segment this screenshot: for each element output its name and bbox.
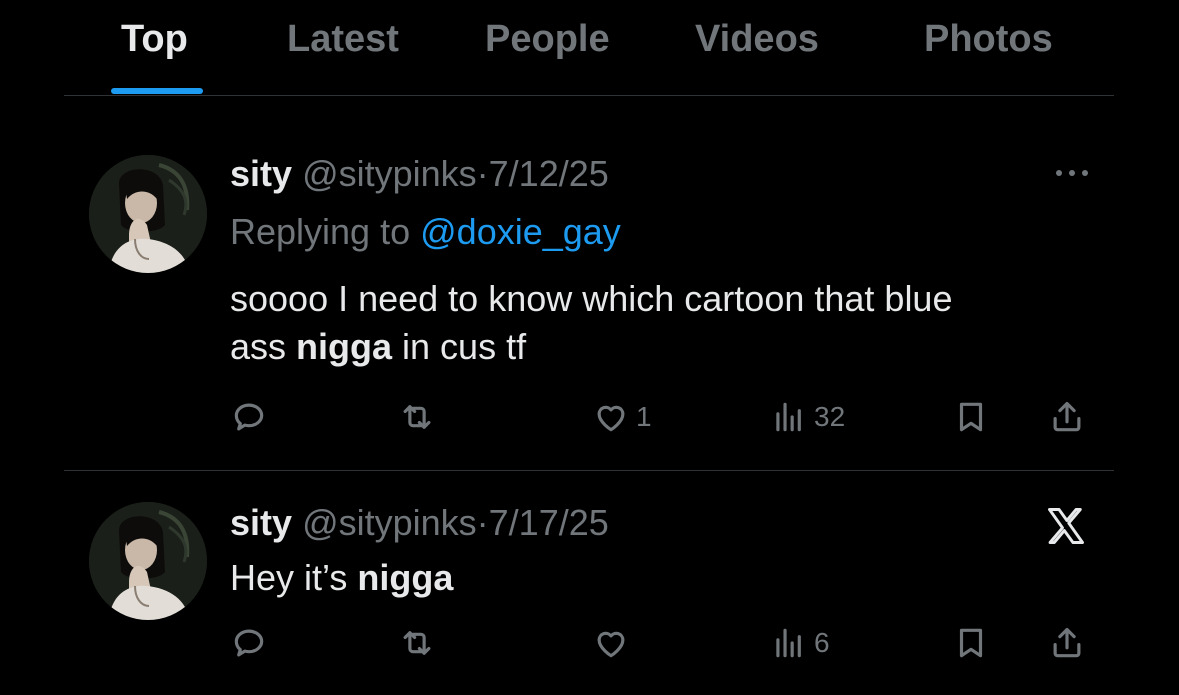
views-button[interactable]: 6 [770, 619, 830, 667]
share-button[interactable] [1048, 619, 1086, 667]
bookmark-icon [959, 628, 983, 658]
tab-top[interactable]: Top [121, 18, 188, 61]
heart-icon [597, 631, 625, 658]
reply-mention-link[interactable]: @doxie_gay [420, 211, 621, 252]
reply-icon [234, 403, 264, 431]
share-icon [1053, 401, 1081, 432]
bookmark-button[interactable] [952, 393, 990, 441]
separator-dot: · [476, 153, 489, 194]
share-icon [1053, 627, 1081, 658]
avatar[interactable] [89, 155, 207, 273]
reply-button[interactable] [230, 393, 268, 441]
views-button[interactable]: 32 [770, 393, 845, 441]
like-count: 1 [636, 401, 652, 432]
user-handle[interactable]: @sitypinks [302, 502, 477, 543]
share-button[interactable] [1048, 393, 1086, 441]
separator-dot: · [476, 502, 489, 543]
retweet-icon [403, 405, 431, 429]
active-tab-indicator [111, 88, 203, 94]
retweet-icon [403, 631, 431, 655]
search-tabs: Top Latest People Videos Photos [64, 0, 1114, 96]
tweet-text-line: soooo I need to know which cartoon that … [230, 278, 953, 319]
tab-people[interactable]: People [485, 18, 610, 61]
reply-icon [234, 629, 264, 657]
tweet-text: Hey it’s nigga [230, 554, 1100, 602]
user-handle[interactable]: @sitypinks [302, 153, 477, 194]
text-segment: in cus tf [392, 326, 527, 367]
more-icon[interactable] [1054, 167, 1090, 179]
tweet-header: sity @sitypinks·7/12/25 [230, 153, 609, 195]
tweet-text: soooo I need to know which cartoon that … [230, 275, 1100, 371]
replying-to: Replying to @doxie_gay [230, 211, 621, 253]
text-bold-segment: nigga [296, 326, 393, 367]
heart-icon [597, 405, 625, 432]
like-button[interactable]: 1 [592, 393, 652, 441]
tweet-text-line: Hey it’s nigga [230, 554, 1100, 602]
tweet-date[interactable]: 7/12/25 [489, 153, 609, 194]
x-logo-icon [1048, 508, 1084, 544]
tab-videos[interactable]: Videos [695, 18, 819, 61]
views-count: 32 [814, 401, 846, 432]
tab-latest[interactable]: Latest [287, 18, 399, 61]
text-bold-segment: nigga [357, 557, 454, 598]
views-count: 6 [814, 627, 830, 658]
display-name[interactable]: sity [230, 502, 292, 543]
retweet-button[interactable] [398, 393, 436, 441]
tweet-date[interactable]: 7/17/25 [489, 502, 609, 543]
text-segment: ass [230, 326, 297, 367]
tweet[interactable]: sity @sitypinks·7/17/25 Hey it’s nigga 6 [64, 472, 1114, 695]
tweet[interactable]: sity @sitypinks·7/12/25 Replying to @dox… [64, 97, 1114, 471]
like-button[interactable] [592, 619, 630, 667]
bookmark-button[interactable] [952, 619, 990, 667]
reply-button[interactable] [230, 619, 268, 667]
tab-photos[interactable]: Photos [924, 18, 1053, 61]
avatar[interactable] [89, 502, 207, 620]
replying-to-label: Replying to [230, 211, 411, 252]
views-chart-icon [776, 628, 801, 658]
display-name[interactable]: sity [230, 153, 292, 194]
views-chart-icon [776, 402, 801, 432]
tweet-actions: 6 [230, 619, 1110, 667]
bookmark-icon [959, 402, 983, 432]
tweet-actions: 1 32 [230, 393, 1110, 441]
text-segment: Hey it’s [230, 557, 358, 598]
tweet-text-line: ass nigga in cus tf [230, 323, 1100, 371]
retweet-button[interactable] [398, 619, 436, 667]
tweet-header: sity @sitypinks·7/17/25 [230, 502, 609, 544]
